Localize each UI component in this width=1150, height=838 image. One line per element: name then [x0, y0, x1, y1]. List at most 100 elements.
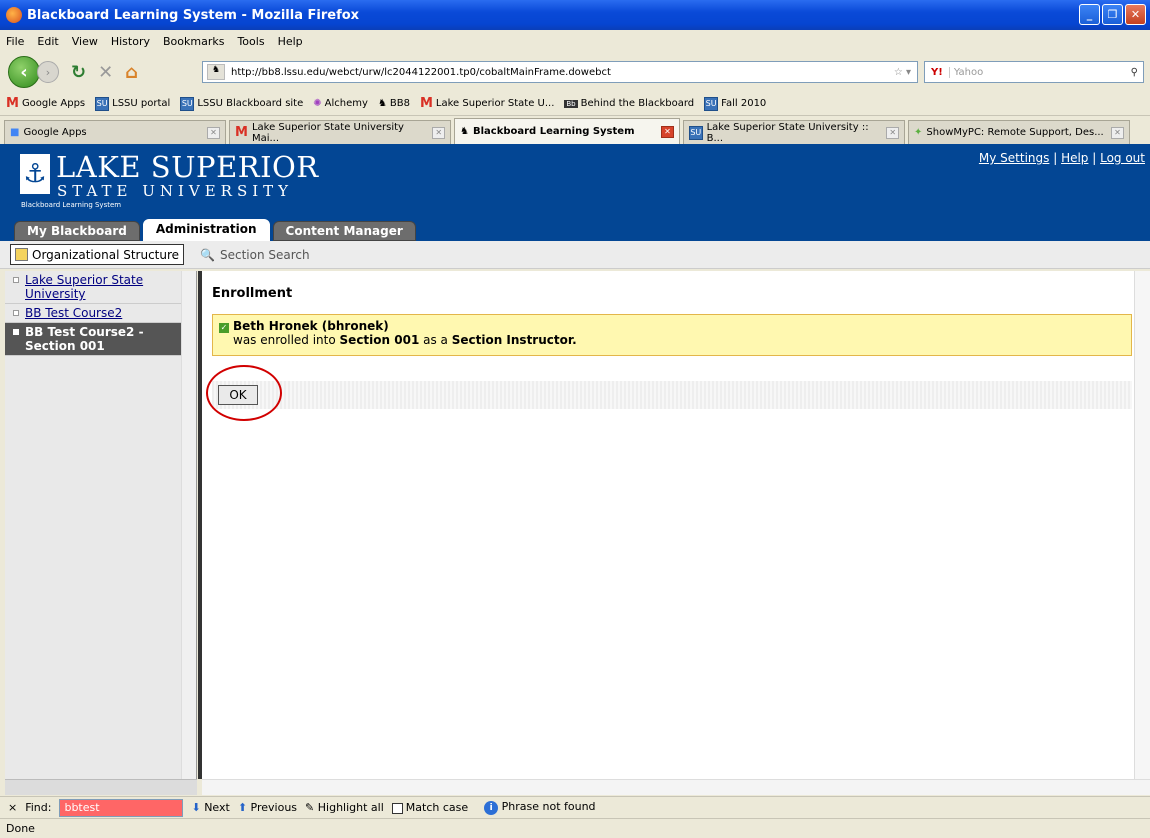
menu-bookmarks[interactable]: Bookmarks: [163, 35, 224, 48]
top-links: My Settings | Help | Log out: [978, 151, 1145, 165]
bookmarks-toolbar: M Google Apps SU LSSU portal SU LSSU Blackb…: [0, 92, 1150, 116]
search-box[interactable]: Y! Yahoo ⚲: [924, 61, 1144, 83]
content-horizontal-scrollbar[interactable]: [202, 779, 1150, 795]
lssu-icon: SU: [95, 96, 110, 111]
lssu-icon: SU: [704, 96, 719, 111]
menu-help[interactable]: Help: [278, 35, 303, 48]
close-tab-icon[interactable]: ✕: [207, 126, 220, 139]
tree-scrollbar[interactable]: [181, 271, 196, 779]
menu-history[interactable]: History: [111, 35, 150, 48]
bookmark-behind-blackboard[interactable]: Bb Behind the Blackboard: [564, 98, 694, 109]
bookmark-lssu-portal[interactable]: SU LSSU portal: [95, 96, 170, 111]
window-titlebar: Blackboard Learning System - Mozilla Fir…: [0, 0, 1150, 30]
highlighter-icon: ✎: [305, 801, 315, 814]
anchor-logo-icon: ⚓: [20, 154, 50, 194]
tree-item-section[interactable]: BB Test Course2 - Section 001: [5, 323, 196, 356]
arrow-down-icon: ⬇: [191, 801, 201, 814]
org-chart-icon: [15, 248, 28, 261]
blackboard-icon: Bb: [564, 99, 578, 108]
page-title: Enrollment: [212, 286, 293, 301]
stop-icon[interactable]: ✕: [98, 62, 113, 83]
find-next-button[interactable]: ⬇ Next: [191, 801, 229, 814]
tree-item-course[interactable]: BB Test Course2: [5, 304, 196, 323]
match-case-checkbox[interactable]: Match case: [391, 801, 468, 814]
close-find-icon[interactable]: ×: [8, 801, 17, 814]
check-icon: ✓: [219, 323, 229, 333]
home-icon[interactable]: ⌂: [125, 62, 138, 83]
search-engine-icon[interactable]: Y!: [925, 66, 950, 78]
info-icon: i: [484, 801, 499, 815]
tree-item-lssu[interactable]: Lake Superior State University: [5, 271, 196, 304]
find-label: Find:: [25, 801, 52, 814]
logout-link[interactable]: Log out: [1100, 151, 1145, 165]
role-name: Section Instructor: [451, 333, 573, 347]
tree-horizontal-scrollbar[interactable]: [5, 779, 197, 795]
status-bar: Done: [0, 818, 1150, 838]
site-identity-icon[interactable]: ♞: [207, 64, 225, 80]
url-bar[interactable]: ♞ http://bb8.lssu.edu/webct/urw/lc204412…: [202, 61, 918, 83]
arrow-up-icon: ⬆: [237, 801, 248, 814]
find-input[interactable]: bbtest: [59, 798, 184, 817]
gmail-icon: M: [235, 125, 248, 140]
content-pane: Enrollment ✓ Beth Hronek (bhronek) was en…: [202, 271, 1134, 779]
menu-bar: File Edit View History Bookmarks Tools H…: [0, 30, 1150, 52]
menu-view[interactable]: View: [72, 35, 98, 48]
tab-lssu-b[interactable]: SU Lake Superior State University :: B...…: [683, 120, 905, 144]
back-button[interactable]: ‹: [8, 56, 40, 88]
close-tab-icon[interactable]: ✕: [886, 126, 899, 139]
blackboard-header: ⚓ LAKE SUPERIOR STATE UNIVERSITY Blackbo…: [0, 144, 1150, 241]
bookmark-star-icon[interactable]: ☆ ▾: [894, 67, 917, 78]
status-text: Done: [6, 822, 35, 835]
tab-google-apps[interactable]: ■ Google Apps ✕: [4, 120, 226, 144]
restore-button[interactable]: ❐: [1102, 4, 1123, 25]
my-settings-link[interactable]: My Settings: [979, 151, 1050, 165]
menu-file[interactable]: File: [6, 35, 24, 48]
find-status: i Phrase not found: [484, 800, 596, 815]
window-title: Blackboard Learning System - Mozilla Fir…: [27, 7, 360, 23]
reload-icon[interactable]: ↻: [71, 62, 86, 83]
tab-administration[interactable]: Administration: [142, 219, 270, 241]
tab-blackboard[interactable]: ♞ Blackboard Learning System ✕: [454, 118, 680, 144]
lssu-icon: SU: [180, 96, 195, 111]
sub-toolbar: Organizational Structure 🔍 Section Searc…: [0, 241, 1150, 269]
close-tab-icon[interactable]: ✕: [432, 126, 445, 139]
tab-content-manager[interactable]: Content Manager: [272, 221, 416, 241]
bookmark-fall-2010[interactable]: SU Fall 2010: [704, 96, 766, 111]
close-tab-icon[interactable]: ✕: [661, 125, 674, 138]
highlight-all-button[interactable]: ✎ Highlight all: [305, 801, 384, 814]
main-tabs: My Blackboard Administration Content Man…: [14, 219, 416, 241]
forward-button[interactable]: ›: [37, 61, 59, 83]
tab-lssu-mail[interactable]: M Lake Superior State University Mai... ✕: [229, 120, 451, 144]
minimize-button[interactable]: _: [1079, 4, 1100, 25]
tree-pane: Lake Superior State University BB Test C…: [5, 271, 197, 779]
navigation-toolbar: ‹ › ↻ ✕ ⌂ ♞ http://bb8.lssu.edu/webct/ur…: [0, 52, 1150, 92]
close-tab-icon[interactable]: ✕: [1111, 126, 1124, 139]
magnifier-icon: 🔍: [200, 247, 215, 262]
organizational-structure-button[interactable]: Organizational Structure: [10, 244, 185, 265]
url-text: http://bb8.lssu.edu/webct/urw/lc20441220…: [231, 66, 611, 78]
gmail-icon: M: [6, 96, 19, 111]
logo-subtitle: STATE UNIVERSITY: [57, 182, 294, 200]
menu-edit[interactable]: Edit: [37, 35, 58, 48]
bookmark-lssu-university[interactable]: M Lake Superior State U...: [420, 96, 554, 111]
bookmark-google-apps[interactable]: M Google Apps: [6, 96, 85, 111]
content-scrollbar[interactable]: [1134, 271, 1150, 779]
bookmark-bb8[interactable]: ♞ BB8: [378, 98, 410, 109]
search-icon[interactable]: ⚲: [1131, 67, 1143, 78]
bb8-icon: ♞: [460, 126, 469, 137]
find-previous-button[interactable]: ⬆ Previous: [238, 801, 297, 814]
lssu-icon: SU: [689, 125, 703, 140]
help-link[interactable]: Help: [1061, 151, 1088, 165]
bookmark-alchemy[interactable]: ✺ Alchemy: [313, 98, 368, 109]
ok-button[interactable]: OK: [218, 385, 258, 405]
menu-tools[interactable]: Tools: [237, 35, 264, 48]
showmypc-icon: ✦: [914, 127, 923, 138]
tab-my-blackboard[interactable]: My Blackboard: [14, 221, 140, 241]
search-placeholder: Yahoo: [953, 66, 984, 78]
close-window-button[interactable]: ✕: [1125, 4, 1146, 25]
bookmark-lssu-blackboard[interactable]: SU LSSU Blackboard site: [180, 96, 303, 111]
tab-showmypc[interactable]: ✦ ShowMyPC: Remote Support, Des... ✕: [908, 120, 1130, 144]
action-bar: OK: [206, 365, 1132, 421]
section-search-button[interactable]: 🔍 Section Search: [200, 248, 310, 262]
browser-tabs: ■ Google Apps ✕ M Lake Superior State Unive…: [0, 118, 1150, 144]
